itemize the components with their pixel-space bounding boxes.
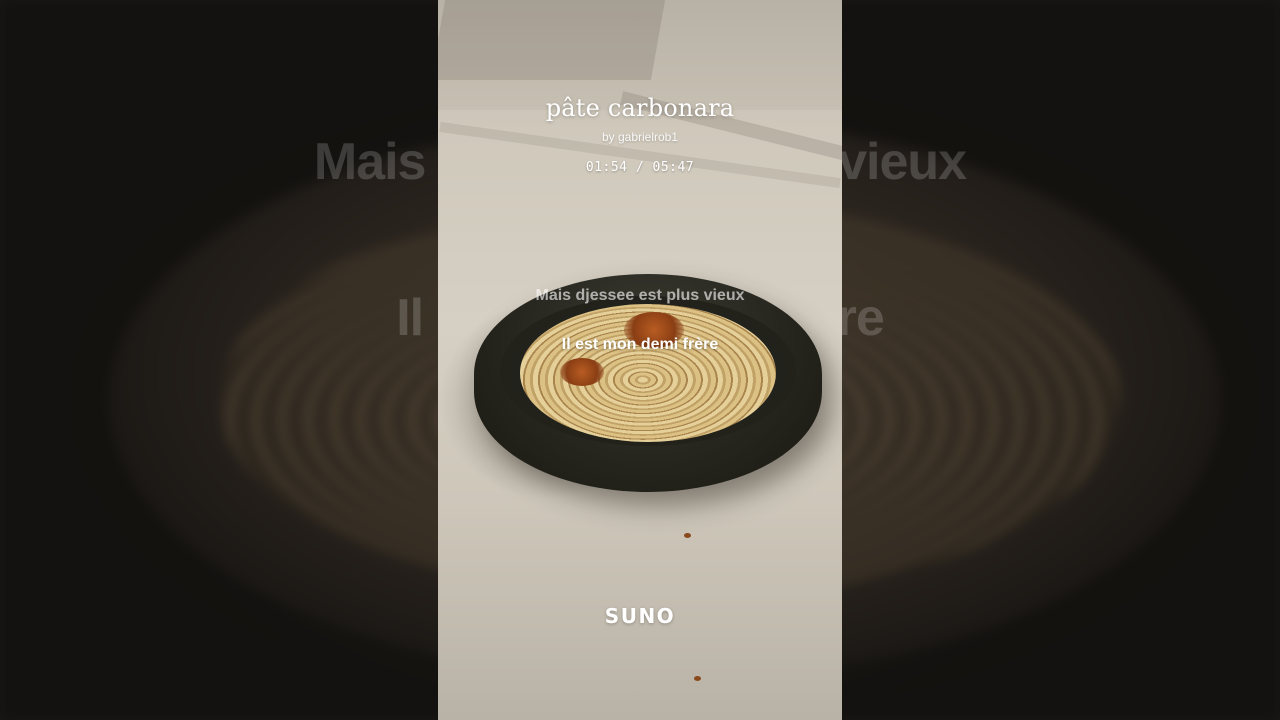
song-title: pâte carbonara (545, 94, 735, 122)
window-shadow (438, 0, 666, 80)
playback-time: 01:54 / 05:47 (585, 160, 695, 175)
pasta-topping (560, 358, 604, 386)
song-artist: by gabrielrob1 (601, 130, 679, 144)
lyric-previous-line: Mais djessee est plus vieux (535, 287, 745, 304)
lyric-current-line: Il est mon demi frère (561, 336, 719, 353)
crumb (684, 533, 691, 538)
pasta-bowl-image (474, 274, 822, 492)
video-frame[interactable]: pâte carbonara by gabrielrob1 01:54 / 05… (438, 0, 842, 720)
crumb (694, 676, 701, 681)
suno-logo: SUNO (604, 604, 676, 628)
video-player[interactable]: Mais djessee est plus vieux Il est mon d… (0, 0, 1280, 720)
